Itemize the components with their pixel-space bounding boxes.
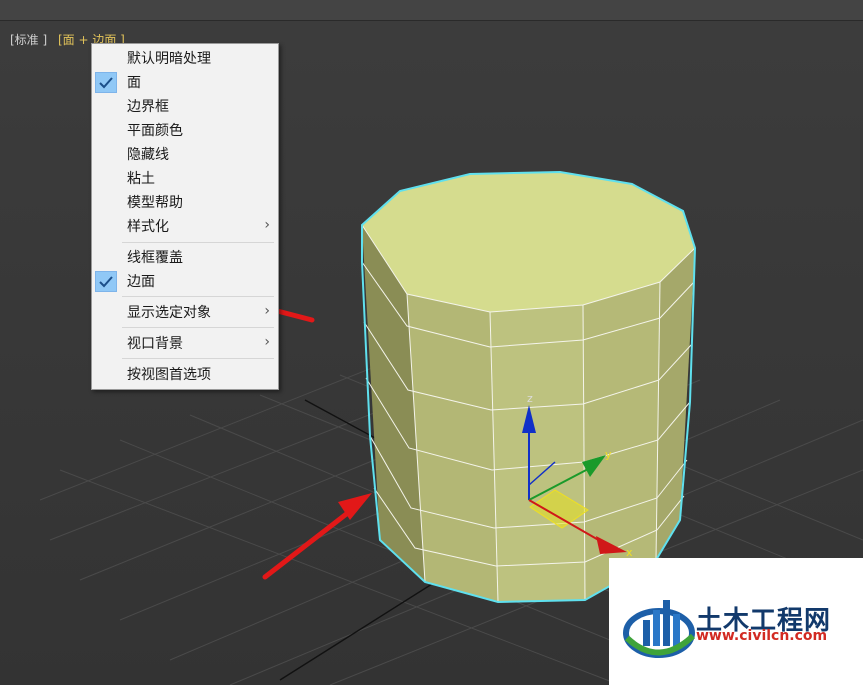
menu-item-default-shading[interactable]: 默认明暗处理 [92, 47, 278, 71]
menu-separator [122, 242, 274, 243]
menu-separator [122, 296, 274, 297]
menu-item-per-view-preference[interactable]: 按视图首选项 [92, 363, 278, 387]
menu-item-flat-color[interactable]: 平面颜色 [92, 119, 278, 143]
menu-separator [122, 327, 274, 328]
menu-item-label: 按视图首选项 [127, 367, 211, 383]
menu-item-label: 线框覆盖 [127, 250, 183, 266]
menu-item-bounding-box[interactable]: 边界框 [92, 95, 278, 119]
viewport-view-label[interactable]: [标准 ] [10, 31, 47, 48]
menu-item-label: 样式化 [127, 219, 169, 235]
cylinder-side-front2 [490, 305, 585, 602]
gizmo-z-label: z [527, 392, 533, 405]
menu-item-label: 模型帮助 [127, 195, 183, 211]
menu-item-label: 边面 [127, 274, 155, 290]
menu-item-clay[interactable]: 粘土 [92, 167, 278, 191]
menu-item-wireframe-override[interactable]: 线框覆盖 [92, 246, 278, 270]
menu-item-label: 平面颜色 [127, 123, 183, 139]
menu-item-label: 面 [127, 75, 141, 91]
menu-item-label: 边界框 [127, 99, 169, 115]
menu-item-label: 显示选定对象 [127, 305, 211, 321]
menu-item-label: 粘土 [127, 171, 155, 187]
shading-context-menu: 默认明暗处理 面 边界框 平面颜色 隐藏线 粘土 模型帮助 样式化 › 线框覆盖… [91, 43, 279, 390]
menu-separator [122, 358, 274, 359]
submenu-arrow-icon: › [264, 303, 270, 319]
menu-item-hidden-line[interactable]: 隐藏线 [92, 143, 278, 167]
watermark-url: www.civilcn.com [696, 628, 828, 644]
submenu-arrow-icon: › [264, 217, 270, 233]
menu-item-faces[interactable]: 面 [92, 71, 278, 95]
viewport[interactable]: z y x [标准 ] [面 + 边面 ] 默认明暗处理 面 边界框 平面颜色 … [0, 0, 863, 685]
checkmark-icon [95, 271, 117, 292]
watermark-logo: 土木工程网 www.civilcn.com [609, 558, 863, 685]
submenu-arrow-icon: › [264, 334, 270, 350]
watermark-emblem-icon [623, 600, 696, 658]
menu-item-stylized[interactable]: 样式化 › [92, 215, 278, 239]
menu-item-display-selected[interactable]: 显示选定对象 › [92, 301, 278, 325]
menu-item-edged-faces[interactable]: 边面 [92, 270, 278, 294]
checkmark-icon [95, 72, 117, 93]
menu-item-label: 默认明暗处理 [127, 51, 211, 67]
menu-item-label: 视口背景 [127, 336, 183, 352]
menu-item-label: 隐藏线 [127, 147, 169, 163]
menu-item-viewport-background[interactable]: 视口背景 › [92, 332, 278, 356]
menu-item-model-assist[interactable]: 模型帮助 [92, 191, 278, 215]
gizmo-y-label: y [605, 448, 612, 461]
cylinder-object[interactable] [361, 170, 697, 604]
